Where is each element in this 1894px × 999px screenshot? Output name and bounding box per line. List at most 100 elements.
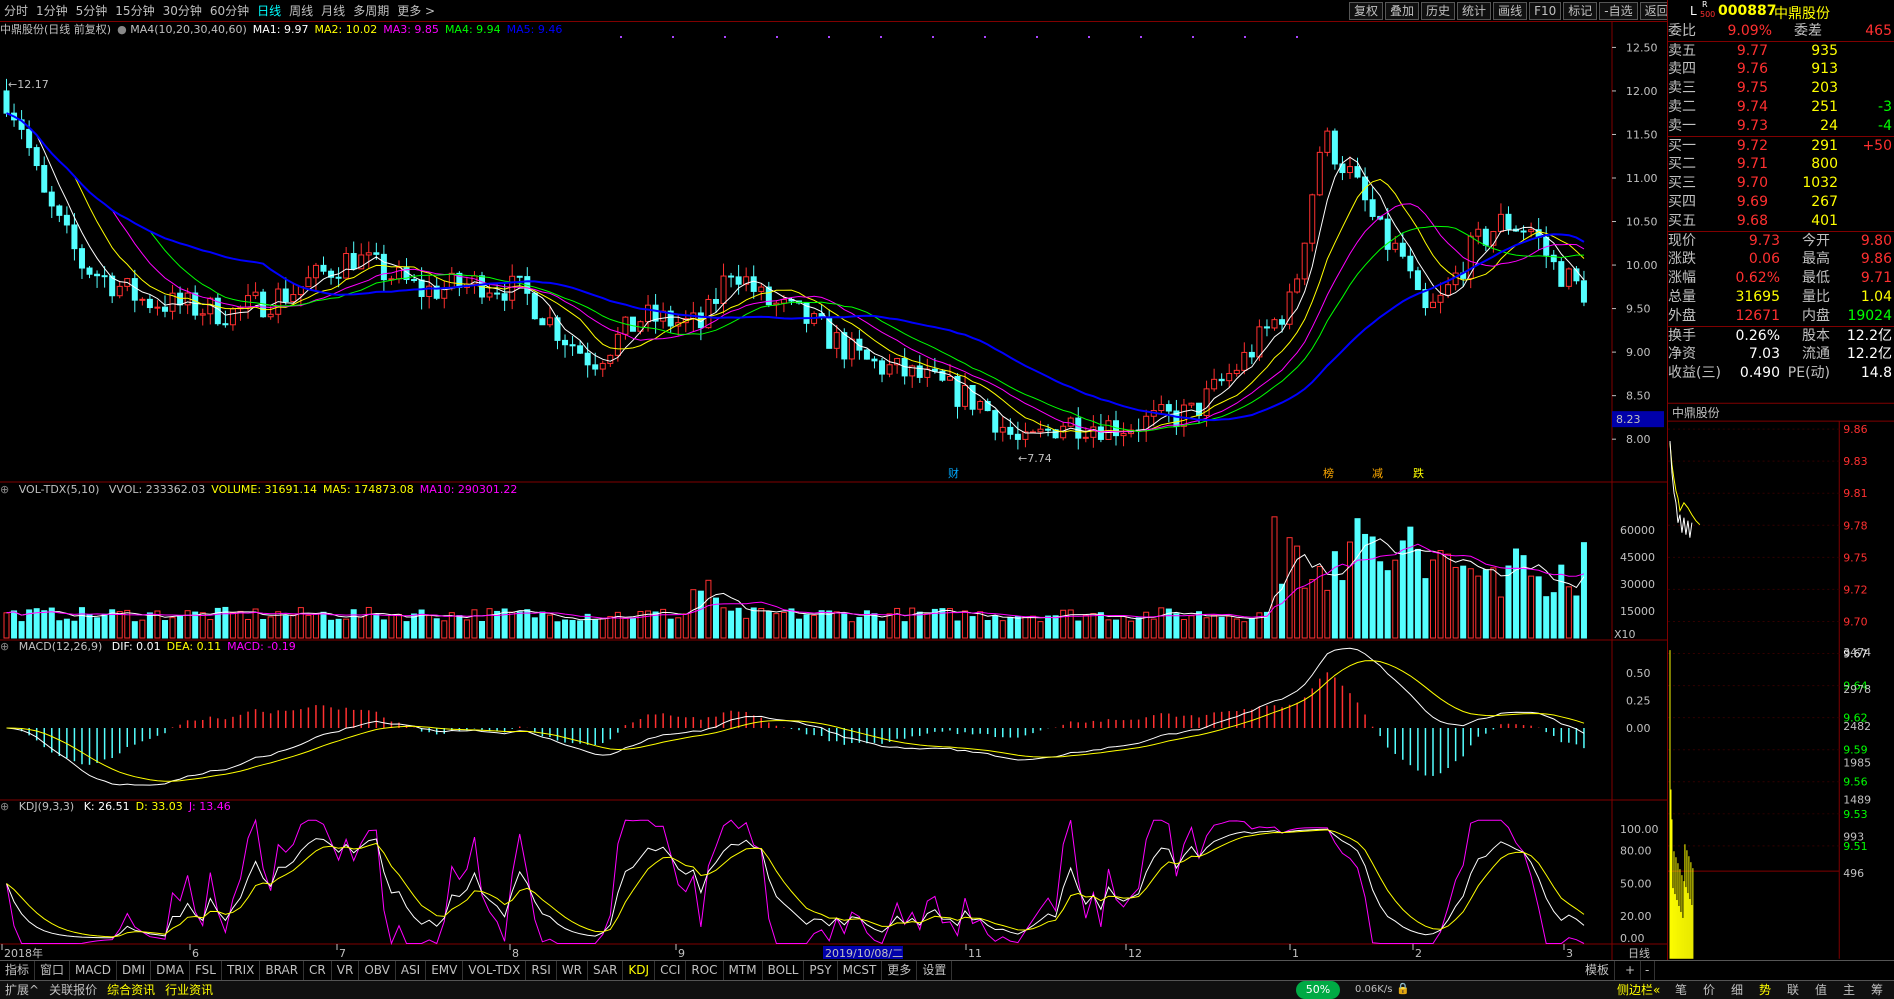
candle-body — [1271, 319, 1278, 329]
event-mark[interactable]: 跌 — [1413, 466, 1424, 480]
sidebar-tab-6[interactable]: 主 — [1835, 981, 1863, 999]
indicator-tab-20[interactable]: MTM — [724, 961, 763, 980]
ask-vol: 24 — [1820, 118, 1838, 134]
stat2-label-2: 股本 — [1802, 328, 1830, 344]
action-button-3[interactable]: 统计 — [1457, 2, 1492, 20]
period-tab-4[interactable]: 30分钟 — [159, 2, 206, 20]
event-mark[interactable]: 财 — [948, 466, 959, 480]
indicator-tab-4[interactable]: DMA — [151, 961, 190, 980]
status-item-0[interactable]: 扩展^ — [0, 981, 44, 999]
action-button-1[interactable]: 叠加 — [1385, 2, 1420, 20]
period-tab-6[interactable]: 日线 — [253, 2, 285, 20]
volume-bar — [229, 612, 236, 639]
indicator-tab-19[interactable]: ROC — [686, 961, 724, 980]
sidebar-tab-4[interactable]: 联 — [1779, 981, 1807, 999]
remove-window-button[interactable]: - — [1640, 961, 1656, 980]
indicator-tab-17[interactable]: KDJ — [623, 961, 656, 980]
action-button-2[interactable]: 历史 — [1421, 2, 1456, 20]
action-button-7[interactable]: -自选 — [1599, 2, 1638, 20]
mini-price-label: 9.59 — [1843, 744, 1867, 757]
indicator-tab-14[interactable]: RSI — [526, 961, 557, 980]
period-tab-2[interactable]: 5分钟 — [72, 2, 112, 20]
candle-body — [712, 298, 719, 304]
indicator-tab-25[interactable]: 设置 — [917, 961, 953, 980]
period-tab-5[interactable]: 60分钟 — [206, 2, 253, 20]
candle-body — [886, 364, 893, 375]
indicator-tab-12[interactable]: EMV — [426, 961, 464, 980]
action-button-5[interactable]: F10 — [1529, 2, 1562, 20]
lock-icon[interactable]: 🔒 — [1396, 982, 1410, 995]
volume-bar — [1377, 561, 1384, 639]
indicator-tab-18[interactable]: CCI — [655, 961, 687, 980]
indicator-tab-7[interactable]: BRAR — [260, 961, 305, 980]
status-item-3[interactable]: 行业资讯 — [160, 981, 218, 999]
candle-body — [71, 224, 78, 250]
volume-bar — [901, 621, 908, 639]
intraday-mini-chart[interactable]: 中鼎股份9.869.839.819.789.759.729.709.679.64… — [1667, 402, 1894, 960]
sidebar-tab-0[interactable]: 笔 — [1667, 981, 1695, 999]
indicator-tab-10[interactable]: OBV — [359, 961, 396, 980]
indicator-tab-23[interactable]: MCST — [838, 961, 883, 980]
volume-bar — [818, 610, 825, 639]
period-tab-8[interactable]: 月线 — [317, 2, 349, 20]
status-item-1[interactable]: 关联报价 — [44, 981, 102, 999]
action-button-4[interactable]: 画线 — [1493, 2, 1528, 20]
sidebar-tab-7[interactable]: 筹 — [1863, 981, 1891, 999]
candle-body — [26, 128, 33, 149]
period-tab-1[interactable]: 1分钟 — [32, 2, 72, 20]
status-item-2[interactable]: 综合资讯 — [102, 981, 160, 999]
indicator-tab-9[interactable]: VR — [332, 961, 360, 980]
indicator-tab-5[interactable]: FSL — [190, 961, 222, 980]
ask-chg: -3 — [1878, 99, 1892, 115]
indicator-tab-8[interactable]: CR — [304, 961, 332, 980]
indicator-tab-22[interactable]: PSY — [804, 961, 838, 980]
ask-row: 卖四 9.76 913 — [1668, 60, 1894, 79]
indicator-tab-0[interactable]: 指标 — [0, 961, 36, 980]
period-tab-0[interactable]: 分时 — [0, 2, 32, 20]
candle-body — [879, 360, 886, 375]
action-button-6[interactable]: 标记 — [1563, 2, 1598, 20]
indicator-tab-21[interactable]: BOLL — [763, 961, 805, 980]
sidebar-toggle[interactable]: 侧边栏« — [1612, 981, 1665, 999]
ask-vol: 935 — [1811, 43, 1838, 59]
candle-body — [841, 332, 848, 360]
ma-value-1: MA2: 10.02 — [314, 23, 378, 36]
top-dot — [1244, 36, 1246, 38]
indicator-tab-24[interactable]: 更多 — [882, 961, 918, 980]
mini-price-label: 9.72 — [1843, 583, 1867, 596]
x-axis-label: 8 — [512, 947, 519, 960]
sidebar-tab-1[interactable]: 价 — [1695, 981, 1723, 999]
action-button-0[interactable]: 复权 — [1349, 2, 1384, 20]
period-tab-9[interactable]: 多周期 — [349, 2, 393, 20]
volume-bar — [1475, 575, 1482, 639]
template-button[interactable]: 模板 — [1580, 961, 1616, 980]
ma-line-2 — [6, 112, 1585, 433]
add-window-button[interactable]: + — [1620, 961, 1642, 980]
period-tab-10[interactable]: 更多 > — [393, 2, 439, 20]
event-mark[interactable]: 榜 — [1323, 466, 1334, 480]
volume-bar — [395, 613, 402, 639]
volume-bar — [471, 609, 478, 639]
volume-bar — [403, 621, 410, 639]
indicator-tab-16[interactable]: SAR — [588, 961, 624, 980]
indicator-tab-1[interactable]: 窗口 — [35, 961, 71, 980]
period-tab-7[interactable]: 周线 — [285, 2, 317, 20]
sidebar-tab-3[interactable]: 势 — [1751, 981, 1779, 999]
volume-bar — [1120, 615, 1127, 639]
volume-bar — [1346, 541, 1353, 639]
candle-body — [1346, 166, 1353, 174]
indicator-tab-6[interactable]: TRIX — [222, 961, 261, 980]
event-mark[interactable]: 减 — [1372, 467, 1383, 480]
ma-line-3 — [6, 112, 1585, 433]
indicator-tab-15[interactable]: WR — [557, 961, 589, 980]
indicator-tab-2[interactable]: MACD — [70, 961, 118, 980]
sidebar-tab-5[interactable]: 值 — [1807, 981, 1835, 999]
candle-body — [916, 365, 923, 378]
sidebar-tab-2[interactable]: 细 — [1723, 981, 1751, 999]
period-tab-3[interactable]: 15分钟 — [111, 2, 158, 20]
indicator-tab-11[interactable]: ASI — [396, 961, 427, 980]
volume-bar — [1422, 578, 1429, 639]
high-label: ←12.17 — [8, 78, 49, 91]
indicator-tab-3[interactable]: DMI — [117, 961, 152, 980]
indicator-tab-13[interactable]: VOL-TDX — [463, 961, 527, 980]
